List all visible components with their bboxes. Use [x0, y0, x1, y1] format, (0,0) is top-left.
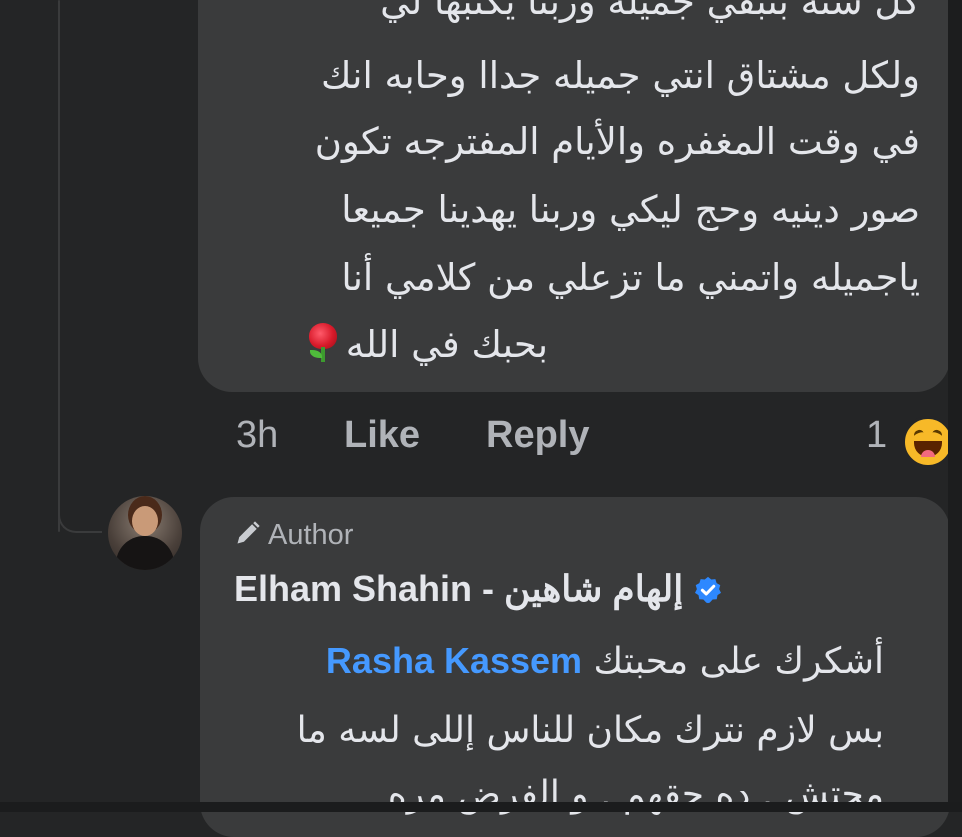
comment-text-line: كل سنة بتبقي جميله وربنا يكتبها لي: [380, 0, 920, 23]
comment-text-span: بحبك في الله: [345, 323, 548, 366]
reply-text-line: أشكرك على محبتك Rasha Kassem: [326, 638, 884, 685]
comment-text-line: في وقت المغفره والأيام المفترجه تكون: [314, 120, 920, 163]
frame-edge-bottom: [0, 802, 962, 812]
author-name-row: Elham Shahin - إلهام شاهين: [234, 568, 723, 610]
mention-link[interactable]: Rasha Kassem: [326, 640, 582, 681]
reply-text-span: أشكرك على محبتك: [593, 641, 884, 682]
haha-icon: [902, 416, 954, 468]
rose-icon: [306, 323, 340, 363]
pencil-icon: [237, 521, 260, 544]
thread-connector-line: [58, 0, 60, 532]
comment-text-line: ولكل مشتاق انتي جميله جداا وحابه انك: [321, 54, 920, 97]
comment-text-line: صور دينيه وحج ليكي وربنا يهدينا جميعا: [341, 188, 920, 231]
verified-badge-icon: [695, 576, 722, 604]
reply-text-line: بس لازم نترك مكان للناس إللى لسه ما: [296, 710, 884, 751]
reply-button[interactable]: Reply: [486, 414, 589, 457]
frame-edge-right: [948, 0, 962, 812]
author-badge-label: Author: [268, 519, 354, 551]
reaction-count: 1: [866, 414, 888, 456]
thread-connector-curve: [58, 505, 102, 533]
comment-text-line: ياجميله واتمني ما تزعلي من كلامي أنا: [341, 256, 920, 299]
comment-timestamp[interactable]: 3h: [236, 414, 278, 457]
avatar[interactable]: [108, 496, 182, 570]
like-button[interactable]: Like: [344, 414, 420, 457]
author-badge: Author: [234, 519, 353, 552]
comment-text-line-last: بحبك في الله: [306, 321, 548, 369]
author-name[interactable]: Elham Shahin - إلهام شاهين: [234, 568, 683, 609]
